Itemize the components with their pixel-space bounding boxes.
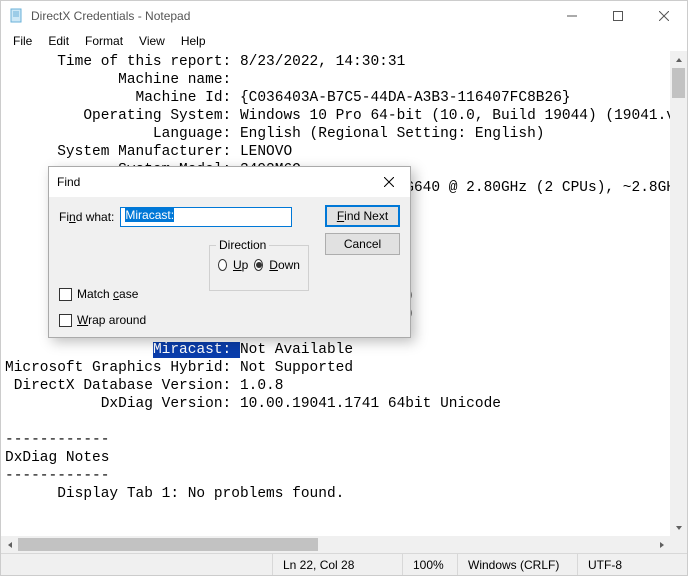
horizontal-scroll-thumb[interactable] bbox=[18, 538, 318, 551]
horizontal-scrollbar[interactable] bbox=[1, 536, 670, 553]
maximize-button[interactable] bbox=[595, 1, 641, 31]
match-case-label: Match case bbox=[77, 287, 138, 301]
menu-edit[interactable]: Edit bbox=[40, 32, 77, 50]
direction-label: Direction bbox=[216, 238, 269, 252]
scroll-right-icon[interactable] bbox=[653, 536, 670, 553]
find-what-input[interactable]: Miracast: bbox=[120, 207, 292, 227]
direction-up-radio[interactable] bbox=[218, 259, 227, 271]
statusbar: Ln 22, Col 28 100% Windows (CRLF) UTF-8 bbox=[1, 553, 687, 575]
scroll-corner bbox=[670, 536, 687, 553]
direction-down-radio[interactable] bbox=[254, 259, 263, 271]
menu-file[interactable]: File bbox=[5, 32, 40, 50]
status-zoom: 100% bbox=[402, 554, 457, 575]
status-line-ending: Windows (CRLF) bbox=[457, 554, 577, 575]
window-titlebar: DirectX Credentials - Notepad bbox=[1, 1, 687, 31]
menu-view[interactable]: View bbox=[131, 32, 173, 50]
find-titlebar[interactable]: Find bbox=[49, 167, 410, 197]
find-what-label: Find what: bbox=[59, 210, 114, 224]
menu-help[interactable]: Help bbox=[173, 32, 214, 50]
cancel-button[interactable]: Cancel bbox=[325, 233, 400, 255]
direction-down-label: Down bbox=[269, 258, 300, 272]
notepad-icon bbox=[9, 8, 25, 24]
window-title: DirectX Credentials - Notepad bbox=[31, 9, 190, 23]
doc-highlight: Miracast: bbox=[153, 342, 240, 358]
scroll-up-icon[interactable] bbox=[670, 51, 687, 68]
close-button[interactable] bbox=[641, 1, 687, 31]
status-position: Ln 22, Col 28 bbox=[272, 554, 402, 575]
direction-group: Direction Up Down bbox=[209, 245, 309, 291]
find-title: Find bbox=[57, 175, 80, 189]
scroll-down-icon[interactable] bbox=[670, 519, 687, 536]
doc-post: Not Available Microsoft Graphics Hybrid:… bbox=[5, 342, 501, 502]
match-case-row[interactable]: Match case bbox=[59, 287, 138, 301]
find-dialog: Find Find what: Miracast: Find Next Canc… bbox=[48, 166, 411, 338]
minimize-button[interactable] bbox=[549, 1, 595, 31]
radio-dot-icon bbox=[256, 262, 262, 268]
status-encoding: UTF-8 bbox=[577, 554, 687, 575]
vertical-scrollbar[interactable] bbox=[670, 51, 687, 536]
menubar: File Edit Format View Help bbox=[1, 31, 687, 51]
match-case-checkbox[interactable] bbox=[59, 288, 72, 301]
wrap-around-row[interactable]: Wrap around bbox=[59, 313, 146, 327]
wrap-around-checkbox[interactable] bbox=[59, 314, 72, 327]
menu-format[interactable]: Format bbox=[77, 32, 131, 50]
find-close-button[interactable] bbox=[368, 167, 410, 197]
wrap-around-label: Wrap around bbox=[77, 313, 146, 327]
vertical-scroll-thumb[interactable] bbox=[672, 68, 685, 98]
scroll-left-icon[interactable] bbox=[1, 536, 18, 553]
find-next-button[interactable]: Find Next bbox=[325, 205, 400, 227]
direction-up-label: Up bbox=[233, 258, 248, 272]
